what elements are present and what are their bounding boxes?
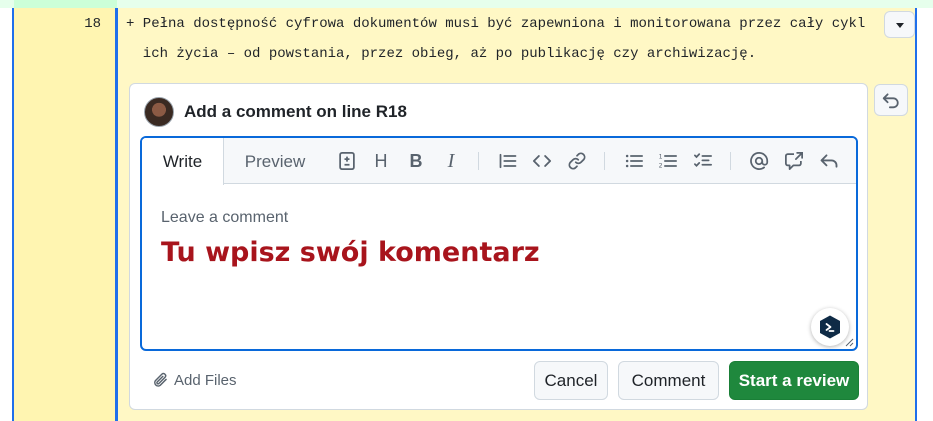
bold-icon[interactable]: B [405,150,427,172]
selection-border-right [915,8,917,421]
svg-text:1: 1 [659,154,663,161]
svg-text:2: 2 [659,162,663,169]
start-review-button[interactable]: Start a review [729,361,859,400]
tab-preview[interactable]: Preview [232,138,318,185]
quote-icon[interactable] [497,150,519,172]
line-number[interactable]: 18 [84,16,101,32]
mention-icon[interactable] [748,150,770,172]
inline-comment-form: Add a comment on line R18 Write Preview … [129,83,868,410]
heading-icon[interactable]: H [370,150,392,172]
paperclip-icon [154,372,167,387]
reply-icon[interactable] [818,150,840,172]
comment-editor[interactable]: Write Preview H B I 12 Leave a comment T… [140,136,858,351]
comment-form-header: Add a comment on line R18 [144,97,407,127]
code-icon[interactable] [531,150,553,172]
diff-line-text: + Pełna dostępność cyfrowa dokumentów mu… [126,16,866,32]
comment-button[interactable]: Comment [618,361,719,400]
cancel-button[interactable]: Cancel [534,361,608,400]
cross-reference-icon[interactable] [783,150,805,172]
avatar[interactable] [144,97,174,127]
add-files-label: Add Files [174,371,237,389]
comment-textarea-placeholder[interactable]: Leave a comment [161,209,288,227]
toolbar-divider [478,152,479,170]
undo-icon [882,93,899,109]
add-files-button[interactable]: Add Files [152,371,237,389]
link-icon[interactable] [566,150,588,172]
undo-button[interactable] [874,84,908,116]
resize-handle-icon[interactable] [844,337,854,347]
unordered-list-icon[interactable] [623,150,645,172]
editor-tabbar: Write Preview H B I 12 [142,138,856,185]
toolbar-divider [604,152,605,170]
diff-icon[interactable] [336,150,358,172]
previous-line-added-strip [0,0,933,8]
comment-form-title: Add a comment on line R18 [184,102,407,121]
copilot-icon [820,315,840,339]
triangle-down-icon[interactable] [884,11,915,38]
instruction-overlay-text: Tu wpisz swój komentarz [161,237,540,268]
task-list-icon[interactable] [692,150,714,172]
ordered-list-icon[interactable]: 12 [657,150,679,172]
tab-write[interactable]: Write [142,138,224,185]
diff-line-text-wrapped: ich życia – od powstania, przez obieg, a… [126,46,757,62]
toolbar-divider [730,152,731,170]
comment-form-footer: Add Files Cancel Comment Start a review [130,359,867,409]
line-number-gutter: 18 [14,8,117,421]
italic-icon[interactable]: I [440,150,462,172]
